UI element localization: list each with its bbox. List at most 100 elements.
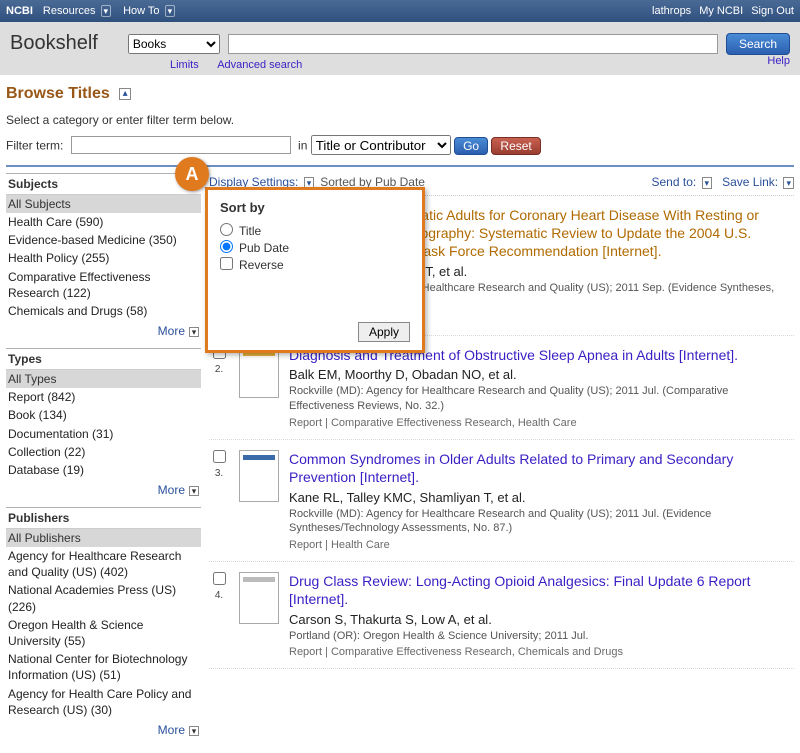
facet-item[interactable]: Evidence-based Medicine (350) [6,231,201,249]
filter-instruction: Select a category or enter filter term b… [6,113,794,127]
result-number: 2. [209,364,229,375]
result-number: 4. [209,590,229,601]
result-checkbox[interactable] [213,572,226,585]
facet-item[interactable]: Oregon Health & Science University (55) [6,616,201,650]
browse-header-row: Browse Titles ▴ [0,75,800,103]
result-thumbnail[interactable] [239,450,279,502]
collapse-toggle[interactable]: ▴ [119,88,131,100]
sort-radio-pubdate[interactable] [220,240,233,253]
facet-header: Types [6,348,201,370]
callout-a: A [175,157,209,191]
sort-option-title[interactable]: Title [220,223,410,238]
database-select[interactable]: Books [128,34,220,54]
result-thumbnail[interactable] [239,346,279,398]
facet-more-row: More ▾ [6,719,201,737]
facet-block: SubjectsAll SubjectsHealth Care (590)Evi… [6,173,201,338]
search-button[interactable]: Search [726,33,790,55]
facet-block: PublishersAll PublishersAgency for Healt… [6,507,201,737]
result-meta: Drug Class Review: Long-Acting Opioid An… [289,572,794,658]
facet-sidebar: SubjectsAll SubjectsHealth Care (590)Evi… [0,167,205,753]
facet-item[interactable]: Database (19) [6,461,201,479]
advanced-search-link[interactable]: Advanced search [217,59,302,71]
sort-radio-title[interactable] [220,223,233,236]
facet-more-row: More ▾ [6,320,201,338]
facet-item[interactable]: Collection (22) [6,443,201,461]
result-meta: Diagnosis and Treatment of Obstructive S… [289,346,794,429]
sort-checkbox-reverse-label: Reverse [239,258,284,272]
facet-item[interactable]: Documentation (31) [6,425,201,443]
chevron-down-icon: ▾ [783,177,794,189]
facet-more-link[interactable]: More [158,324,185,338]
send-to-label: Send to: [652,175,697,189]
result-checkbox[interactable] [213,450,226,463]
app-title: Bookshelf [10,32,98,55]
facet-block: TypesAll TypesReport (842)Book (134)Docu… [6,348,201,497]
facet-selected[interactable]: All Publishers [6,529,201,547]
topbar-signout[interactable]: Sign Out [751,5,794,17]
facet-item[interactable]: Report (842) [6,388,201,406]
help-link[interactable]: Help [767,55,790,67]
topbar-myncbi[interactable]: My NCBI [699,5,743,17]
result-thumbnail[interactable] [239,572,279,624]
filter-scope-select[interactable]: Title or Contributor [311,135,451,155]
sort-popup-header: Sort by [220,200,410,215]
result-source: Rockville (MD): Agency for Healthcare Re… [289,384,794,414]
search-input[interactable] [228,34,718,54]
facet-item[interactable]: National Center for Biotechnology Inform… [6,650,201,684]
chevron-down-icon: ▾ [189,726,199,736]
chevron-down-icon: ▾ [189,327,199,337]
facet-item[interactable]: Chemicals and Drugs (58) [6,302,201,320]
facet-item[interactable]: Agency for Health Care Policy and Resear… [6,685,201,719]
result-source: Portland (OR): Oregon Health & Science U… [289,629,794,644]
result-check-col: 2. [209,346,229,429]
thumbnail-accent [243,455,275,460]
facet-item[interactable]: Health Policy (255) [6,249,201,267]
topbar-username[interactable]: lathrops [652,5,691,17]
ncbi-logo[interactable]: NCBI [6,5,33,17]
facet-more-link[interactable]: More [158,723,185,737]
sort-radio-title-label: Title [239,224,261,238]
sort-checkbox-reverse[interactable] [220,257,233,270]
filter-row: Select a category or enter filter term b… [0,103,800,161]
topbar-howto[interactable]: How To ▾ [123,5,175,17]
result-authors: Kane RL, Talley KMC, Shamliyan T, et al. [289,490,794,505]
sort-option-pubdate[interactable]: Pub Date [220,240,410,255]
topbar-howto-label: How To [123,5,159,17]
facet-item[interactable]: Book (134) [6,406,201,424]
limits-link[interactable]: Limits [170,59,199,71]
chevron-down-icon: ▾ [165,5,176,17]
results-region: Display Settings: ▾ Sorted by Pub Date S… [205,167,800,753]
result-check-col: 3. [209,450,229,551]
result-authors: Balk EM, Moorthy D, Obadan NO, et al. [289,367,794,382]
browse-title: Browse Titles [6,85,110,102]
ncbi-topbar: NCBI Resources ▾ How To ▾ lathrops My NC… [0,0,800,22]
facet-header: Publishers [6,507,201,529]
result-title-link[interactable]: Common Syndromes in Older Adults Related… [289,451,733,485]
result-number: 3. [209,468,229,479]
facet-item[interactable]: National Academies Press (US) (226) [6,581,201,615]
result-title-link[interactable]: Drug Class Review: Long-Acting Opioid An… [289,573,750,607]
facet-item[interactable]: Comparative Effectiveness Research (122) [6,268,201,302]
save-link-link[interactable]: Save Link: ▾ [722,175,794,189]
chevron-down-icon: ▾ [189,486,199,496]
save-link-label: Save Link: [722,175,778,189]
filter-term-input[interactable] [71,136,291,154]
facet-selected[interactable]: All Types [6,370,201,388]
apply-button[interactable]: Apply [358,322,410,342]
facet-header: Subjects [6,173,201,195]
search-region: Bookshelf Books Search Help Limits Advan… [0,22,800,75]
result-row: 4. Drug Class Review: Long-Acting Opioid … [209,562,794,669]
result-meta: Common Syndromes in Older Adults Related… [289,450,794,551]
topbar-resources[interactable]: Resources ▾ [43,5,111,17]
facet-selected[interactable]: All Subjects [6,195,201,213]
result-row: 3. Common Syndromes in Older Adults Relat… [209,440,794,562]
result-tags: Report | Comparative Effectiveness Resea… [289,417,794,429]
go-button[interactable]: Go [454,137,488,155]
facet-more-link[interactable]: More [158,483,185,497]
reset-button[interactable]: Reset [491,137,540,155]
send-to-link[interactable]: Send to: ▾ [652,175,713,189]
sort-option-reverse[interactable]: Reverse [220,257,410,272]
facet-item[interactable]: Health Care (590) [6,213,201,231]
facet-item[interactable]: Agency for Healthcare Research and Quali… [6,547,201,581]
result-source: Rockville (MD): Agency for Healthcare Re… [289,507,794,537]
